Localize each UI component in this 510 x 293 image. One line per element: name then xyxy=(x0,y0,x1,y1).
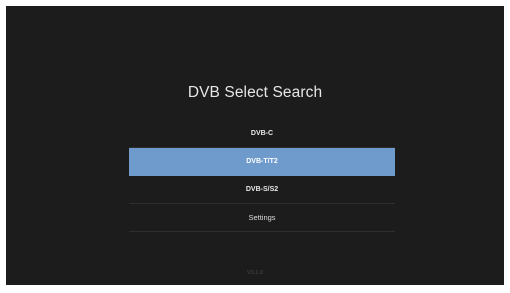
menu-item-dvb-c[interactable]: DVB-C xyxy=(129,120,395,148)
menu-item-settings[interactable]: Settings xyxy=(129,204,395,232)
tv-screen: DVB Select Search DVB-C DVB-T/T2 DVB-S/S… xyxy=(6,6,504,285)
menu-item-dvb-t-t2[interactable]: DVB-T/T2 xyxy=(129,148,395,176)
dvb-menu: DVB-C DVB-T/T2 DVB-S/S2 Settings xyxy=(129,120,395,232)
menu-item-dvb-s-s2[interactable]: DVB-S/S2 xyxy=(129,176,395,204)
version-label: V3.1.0 xyxy=(247,270,263,276)
page-title: DVB Select Search xyxy=(187,84,323,101)
photo-frame: DVB Select Search DVB-C DVB-T/T2 DVB-S/S… xyxy=(0,0,510,293)
